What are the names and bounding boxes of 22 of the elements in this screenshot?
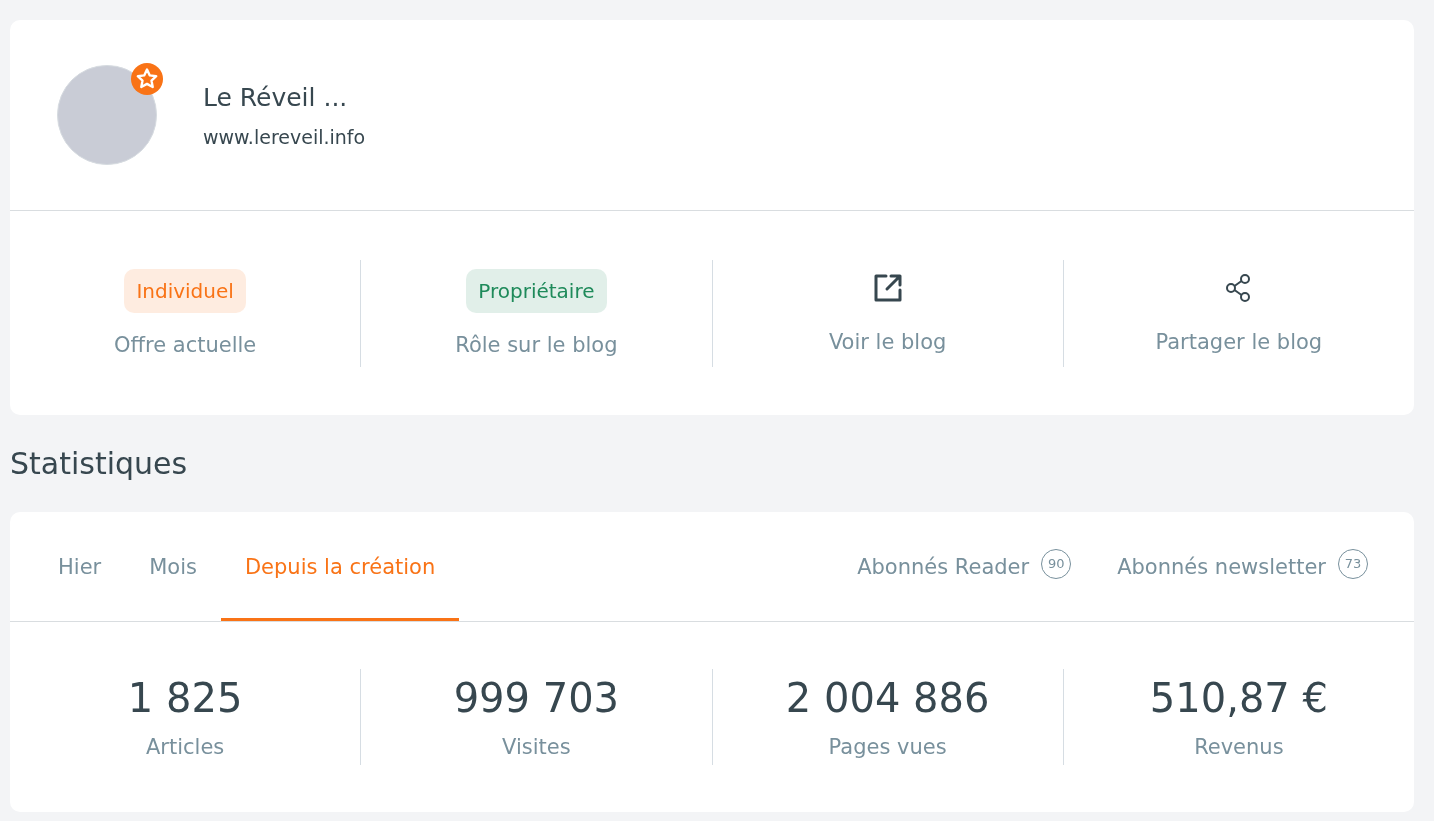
info-label: Rôle sur le blog [455, 333, 618, 357]
stat-value: 999 703 [453, 675, 620, 721]
period-tab[interactable]: Mois [125, 515, 221, 621]
stat-value: 510,87 € [1149, 675, 1328, 721]
section-title: Statistiques [10, 445, 189, 483]
stat-value: 1 825 [127, 675, 243, 721]
period-tab[interactable]: Hier [34, 515, 126, 621]
subscriber-label: Abonnés newsletter [1117, 554, 1326, 579]
plan-badge: Individuel [124, 269, 246, 313]
stat-label: Visites [502, 735, 571, 759]
blog-action-link[interactable]: Voir le blog [828, 272, 947, 354]
period-tab[interactable]: Depuis la création [220, 515, 460, 621]
blog-url: www.lereveil.info [203, 125, 366, 148]
info-label: Offre actuelle [114, 333, 257, 357]
stat-label: Articles [145, 735, 225, 759]
stat-value: 2 004 886 [785, 675, 990, 721]
stat-label: Revenus [1194, 735, 1284, 759]
stat-label: Pages vues [828, 735, 947, 759]
blog-name: Le Réveil ... [203, 82, 349, 112]
subscriber-label: Abonnés Reader [857, 554, 1030, 579]
plan-badge: Propriétaire [466, 269, 607, 313]
blog-action-link[interactable]: Partager le blog [1155, 272, 1323, 354]
